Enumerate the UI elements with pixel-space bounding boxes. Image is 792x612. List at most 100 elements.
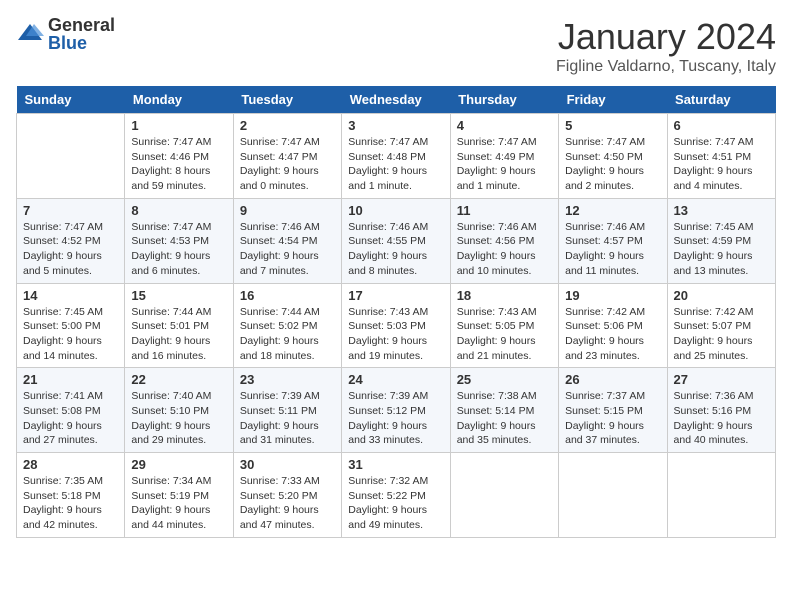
day-number: 25 — [457, 372, 552, 387]
calendar-cell: 15Sunrise: 7:44 AMSunset: 5:01 PMDayligh… — [125, 283, 233, 368]
calendar-cell: 8Sunrise: 7:47 AMSunset: 4:53 PMDaylight… — [125, 198, 233, 283]
calendar-cell: 17Sunrise: 7:43 AMSunset: 5:03 PMDayligh… — [342, 283, 450, 368]
header-day-friday: Friday — [559, 86, 667, 114]
calendar-cell: 7Sunrise: 7:47 AMSunset: 4:52 PMDaylight… — [17, 198, 125, 283]
day-info: Sunrise: 7:37 AMSunset: 5:15 PMDaylight:… — [565, 389, 660, 448]
day-info: Sunrise: 7:32 AMSunset: 5:22 PMDaylight:… — [348, 474, 443, 533]
calendar-cell: 4Sunrise: 7:47 AMSunset: 4:49 PMDaylight… — [450, 114, 558, 199]
calendar-cell: 23 Sunrise: 7:39 AMSunset: 5:11 PMDayligh… — [233, 368, 341, 453]
calendar-cell: 16 Sunrise: 7:44 AMSunset: 5:02 PMDayligh… — [233, 283, 341, 368]
calendar-cell: 12 Sunrise: 7:46 AMSunset: 4:57 PMDayligh… — [559, 198, 667, 283]
header-day-thursday: Thursday — [450, 86, 558, 114]
day-number: 29 — [131, 457, 226, 472]
day-info: Sunrise: 7:39 AMSunset: 5:11 PMDaylight:… — [240, 389, 335, 448]
day-number: 9 — [240, 203, 335, 218]
calendar-cell: 14 Sunrise: 7:45 AMSunset: 5:00 PMDayligh… — [17, 283, 125, 368]
day-info: Sunrise: 7:38 AMSunset: 5:14 PMDaylight:… — [457, 389, 552, 448]
day-info: Sunrise: 7:47 AMSunset: 4:48 PMDaylight:… — [348, 135, 443, 194]
day-number: 22 — [131, 372, 226, 387]
day-info: Sunrise: 7:35 AMSunset: 5:18 PMDaylight:… — [23, 474, 118, 533]
day-number: 18 — [457, 288, 552, 303]
calendar-cell: 11Sunrise: 7:46 AMSunset: 4:56 PMDayligh… — [450, 198, 558, 283]
day-number: 30 — [240, 457, 335, 472]
day-info: Sunrise: 7:47 AMSunset: 4:53 PMDaylight:… — [131, 220, 226, 279]
header-day-wednesday: Wednesday — [342, 86, 450, 114]
day-info: Sunrise: 7:46 AMSunset: 4:54 PMDaylight:… — [240, 220, 335, 279]
week-row-4: 28 Sunrise: 7:35 AMSunset: 5:18 PMDayligh… — [17, 453, 776, 538]
calendar-cell: 18 Sunrise: 7:43 AMSunset: 5:05 PMDayligh… — [450, 283, 558, 368]
calendar-cell — [17, 114, 125, 199]
week-row-0: 1 Sunrise: 7:47 AMSunset: 4:46 PMDaylight… — [17, 114, 776, 199]
day-info: Sunrise: 7:43 AMSunset: 5:03 PMDaylight:… — [348, 305, 443, 364]
day-number: 24 — [348, 372, 443, 387]
day-info: Sunrise: 7:42 AMSunset: 5:07 PMDaylight:… — [674, 305, 769, 364]
calendar-cell: 27Sunrise: 7:36 AMSunset: 5:16 PMDayligh… — [667, 368, 775, 453]
calendar-cell: 10 Sunrise: 7:46 AMSunset: 4:55 PMDayligh… — [342, 198, 450, 283]
calendar-cell — [667, 453, 775, 538]
header-row: SundayMondayTuesdayWednesdayThursdayFrid… — [17, 86, 776, 114]
day-info: Sunrise: 7:42 AMSunset: 5:06 PMDaylight:… — [565, 305, 660, 364]
day-info: Sunrise: 7:36 AMSunset: 5:16 PMDaylight:… — [674, 389, 769, 448]
logo-text: General Blue — [48, 16, 115, 52]
week-row-1: 7Sunrise: 7:47 AMSunset: 4:52 PMDaylight… — [17, 198, 776, 283]
day-number: 2 — [240, 118, 335, 133]
header: General Blue January 2024 Figline Valdar… — [16, 16, 776, 76]
header-day-sunday: Sunday — [17, 86, 125, 114]
calendar-cell: 21 Sunrise: 7:41 AMSunset: 5:08 PMDayligh… — [17, 368, 125, 453]
calendar-cell: 2Sunrise: 7:47 AMSunset: 4:47 PMDaylight… — [233, 114, 341, 199]
calendar-cell — [559, 453, 667, 538]
logo-blue: Blue — [48, 34, 115, 52]
calendar-cell: 22 Sunrise: 7:40 AMSunset: 5:10 PMDayligh… — [125, 368, 233, 453]
day-info: Sunrise: 7:44 AMSunset: 5:02 PMDaylight:… — [240, 305, 335, 364]
week-row-3: 21 Sunrise: 7:41 AMSunset: 5:08 PMDayligh… — [17, 368, 776, 453]
day-info: Sunrise: 7:45 AMSunset: 5:00 PMDaylight:… — [23, 305, 118, 364]
day-number: 23 — [240, 372, 335, 387]
calendar-cell: 13Sunrise: 7:45 AMSunset: 4:59 PMDayligh… — [667, 198, 775, 283]
day-number: 16 — [240, 288, 335, 303]
logo-general: General — [48, 16, 115, 34]
calendar-table: SundayMondayTuesdayWednesdayThursdayFrid… — [16, 86, 776, 538]
day-number: 1 — [131, 118, 226, 133]
day-number: 5 — [565, 118, 660, 133]
day-info: Sunrise: 7:41 AMSunset: 5:08 PMDaylight:… — [23, 389, 118, 448]
day-number: 14 — [23, 288, 118, 303]
day-info: Sunrise: 7:43 AMSunset: 5:05 PMDaylight:… — [457, 305, 552, 364]
calendar-cell: 26 Sunrise: 7:37 AMSunset: 5:15 PMDayligh… — [559, 368, 667, 453]
week-row-2: 14 Sunrise: 7:45 AMSunset: 5:00 PMDayligh… — [17, 283, 776, 368]
day-info: Sunrise: 7:47 AMSunset: 4:51 PMDaylight:… — [674, 135, 769, 194]
day-number: 11 — [457, 203, 552, 218]
day-number: 19 — [565, 288, 660, 303]
day-info: Sunrise: 7:47 AMSunset: 4:46 PMDaylight:… — [131, 135, 226, 194]
calendar-cell: 20Sunrise: 7:42 AMSunset: 5:07 PMDayligh… — [667, 283, 775, 368]
calendar-cell: 28 Sunrise: 7:35 AMSunset: 5:18 PMDayligh… — [17, 453, 125, 538]
day-info: Sunrise: 7:34 AMSunset: 5:19 PMDaylight:… — [131, 474, 226, 533]
calendar-cell: 9 Sunrise: 7:46 AMSunset: 4:54 PMDaylight… — [233, 198, 341, 283]
day-number: 6 — [674, 118, 769, 133]
day-number: 26 — [565, 372, 660, 387]
day-number: 4 — [457, 118, 552, 133]
day-info: Sunrise: 7:40 AMSunset: 5:10 PMDaylight:… — [131, 389, 226, 448]
calendar-cell: 30Sunrise: 7:33 AMSunset: 5:20 PMDayligh… — [233, 453, 341, 538]
calendar-cell — [450, 453, 558, 538]
calendar-cell: 1 Sunrise: 7:47 AMSunset: 4:46 PMDaylight… — [125, 114, 233, 199]
calendar-cell: 6 Sunrise: 7:47 AMSunset: 4:51 PMDaylight… — [667, 114, 775, 199]
day-number: 10 — [348, 203, 443, 218]
header-day-monday: Monday — [125, 86, 233, 114]
calendar-cell: 25 Sunrise: 7:38 AMSunset: 5:14 PMDayligh… — [450, 368, 558, 453]
day-info: Sunrise: 7:46 AMSunset: 4:55 PMDaylight:… — [348, 220, 443, 279]
day-number: 28 — [23, 457, 118, 472]
header-day-saturday: Saturday — [667, 86, 775, 114]
day-info: Sunrise: 7:46 AMSunset: 4:57 PMDaylight:… — [565, 220, 660, 279]
logo-icon — [16, 20, 44, 48]
calendar-cell: 31 Sunrise: 7:32 AMSunset: 5:22 PMDayligh… — [342, 453, 450, 538]
day-number: 31 — [348, 457, 443, 472]
logo: General Blue — [16, 16, 115, 52]
day-number: 13 — [674, 203, 769, 218]
month-title: January 2024 — [556, 16, 776, 58]
day-number: 12 — [565, 203, 660, 218]
location-title: Figline Valdarno, Tuscany, Italy — [556, 58, 776, 76]
day-info: Sunrise: 7:39 AMSunset: 5:12 PMDaylight:… — [348, 389, 443, 448]
day-number: 21 — [23, 372, 118, 387]
day-number: 15 — [131, 288, 226, 303]
day-info: Sunrise: 7:47 AMSunset: 4:50 PMDaylight:… — [565, 135, 660, 194]
